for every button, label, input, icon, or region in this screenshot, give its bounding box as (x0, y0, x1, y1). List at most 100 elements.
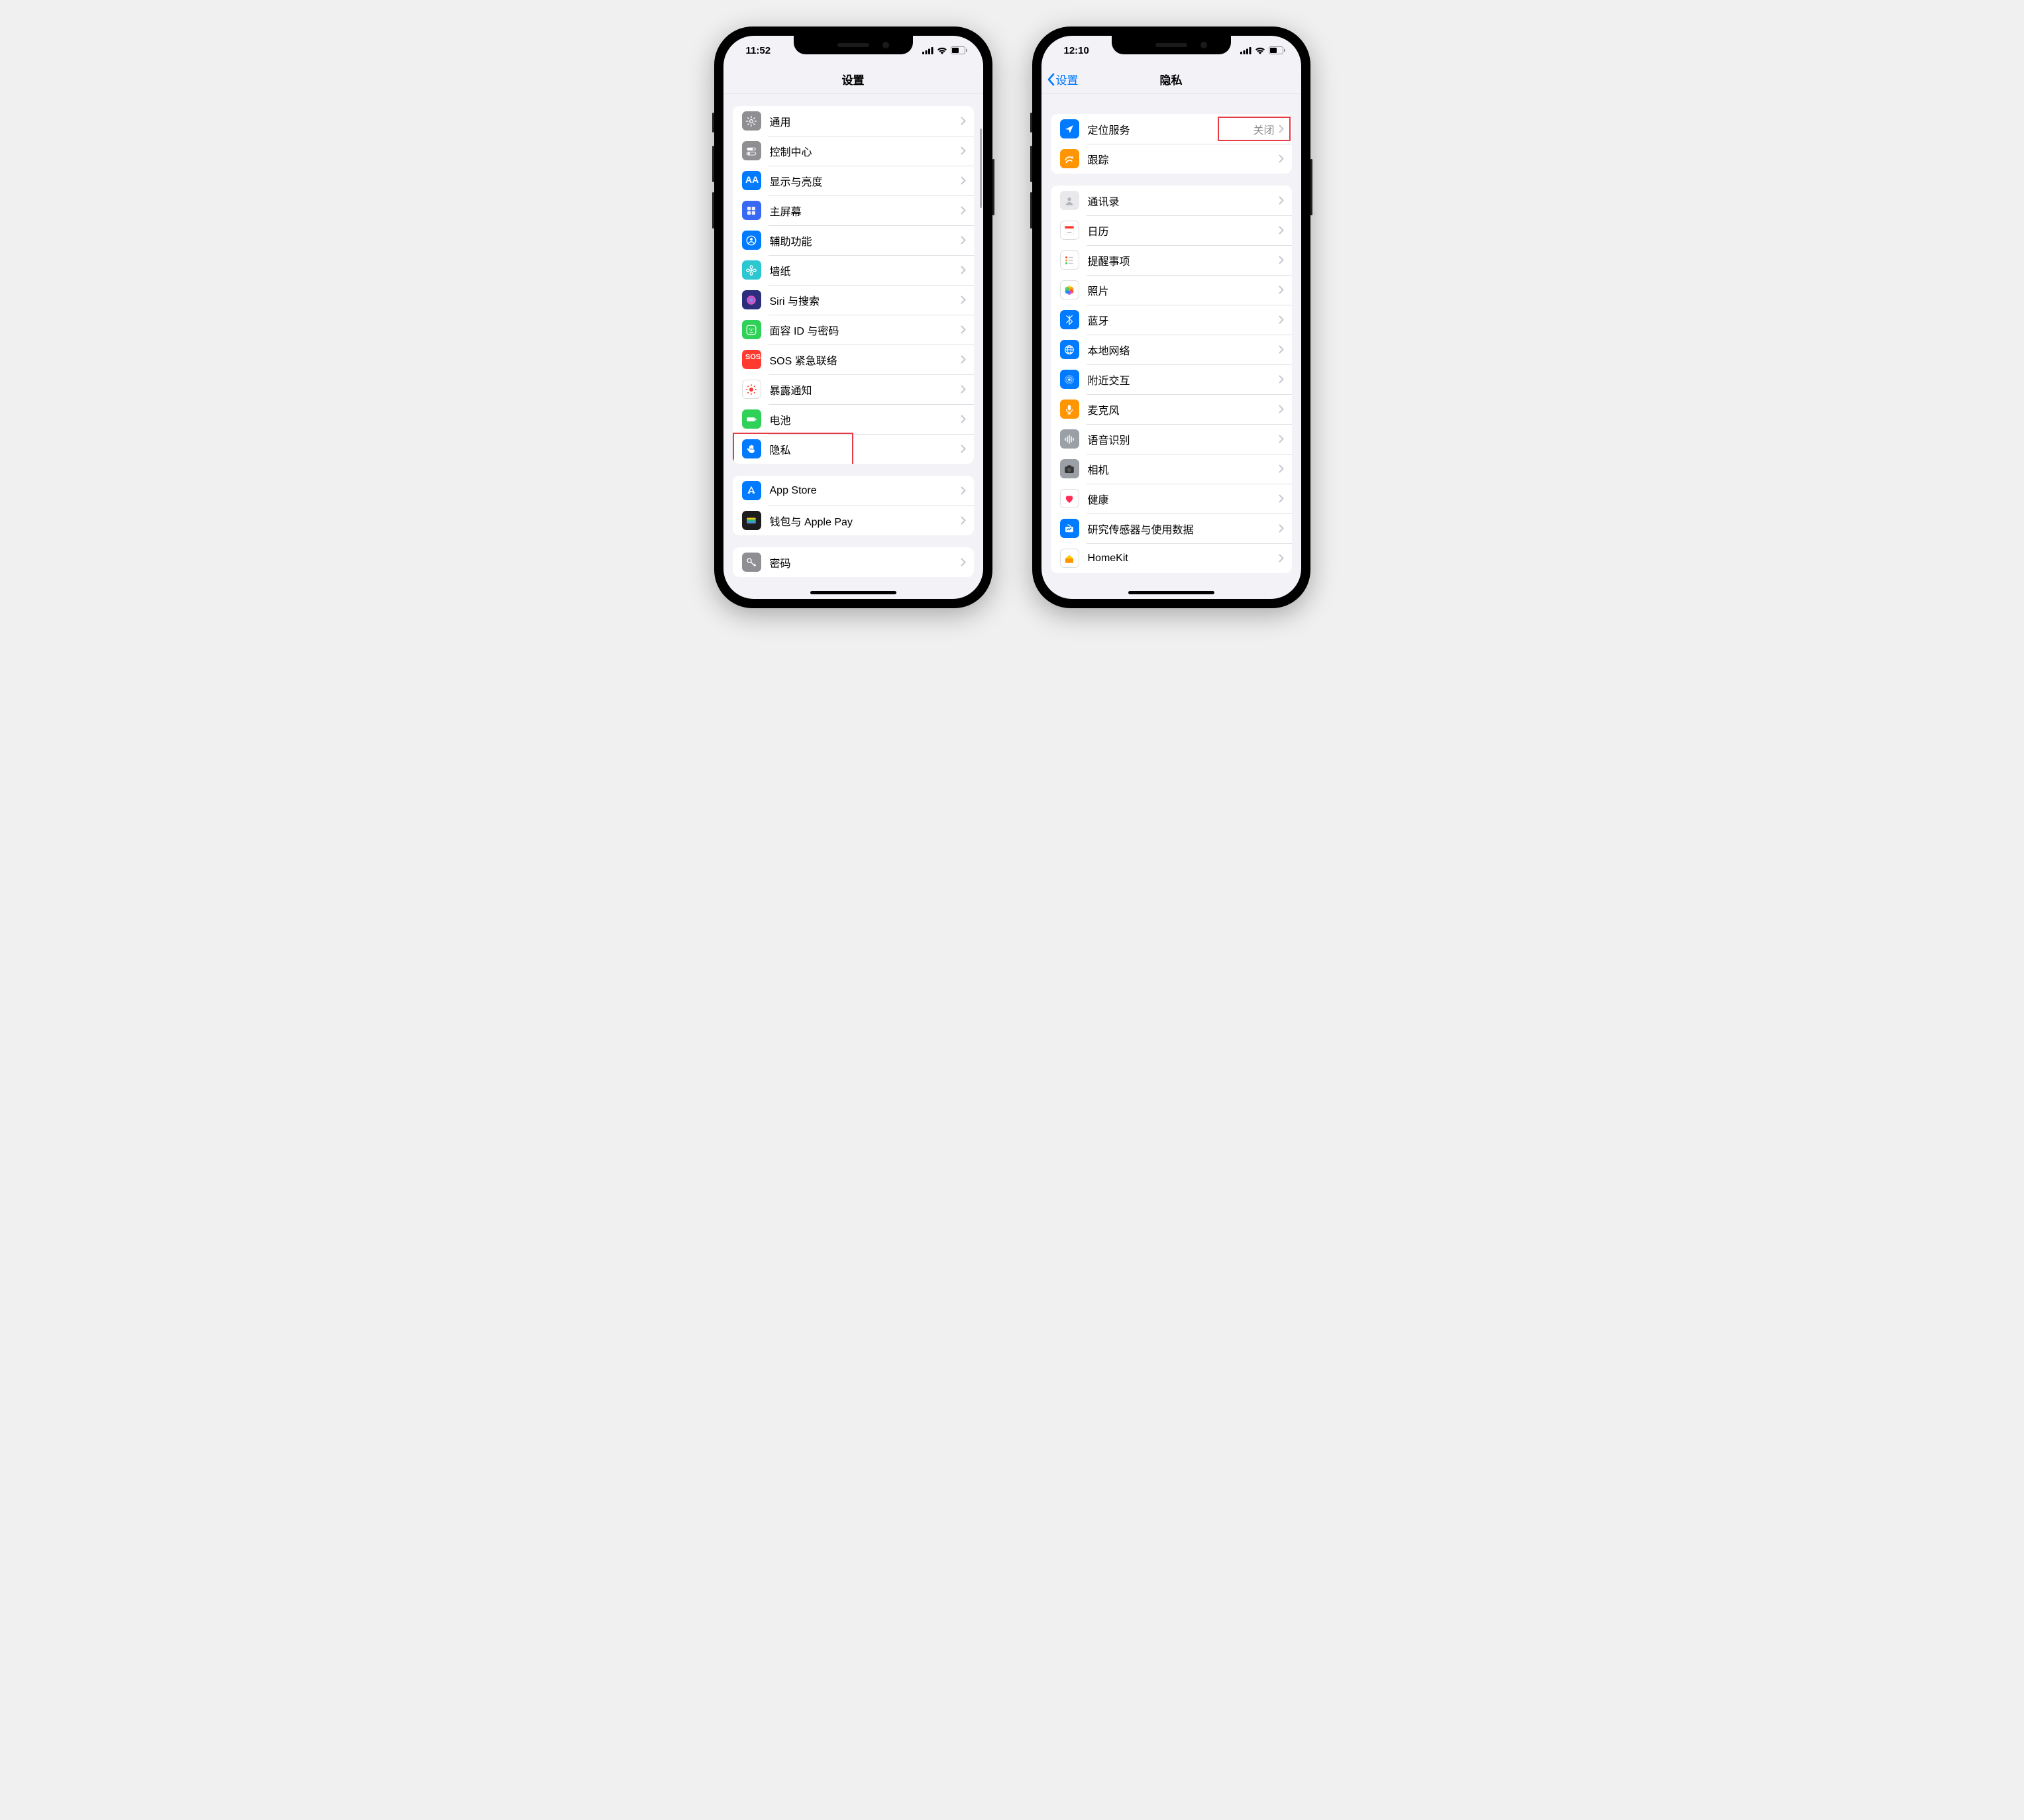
settings-row-photos[interactable]: 照片 (1051, 275, 1292, 305)
settings-row-passwords[interactable]: 密码 (733, 547, 974, 577)
settings-row-homekit[interactable]: HomeKit (1051, 543, 1292, 573)
notch (794, 36, 913, 54)
settings-row-display[interactable]: AA 显示与亮度 (733, 166, 974, 195)
row-label: 辅助功能 (770, 233, 961, 248)
settings-row-contacts[interactable]: 通讯录 (1051, 186, 1292, 215)
privacy-group-2: 通讯录 — 日历提醒事项照片蓝牙本地网络附近交互麦克风语音识别相机健康研究传感器与使… (1051, 186, 1292, 573)
home-indicator[interactable] (1128, 591, 1214, 594)
back-label: 设置 (1056, 71, 1079, 87)
back-button[interactable]: 设置 (1047, 71, 1079, 87)
status-icons (922, 46, 967, 54)
row-label: Siri 与搜索 (770, 292, 961, 308)
settings-row-calendar[interactable]: — 日历 (1051, 215, 1292, 245)
settings-content[interactable]: 通用控制中心AA显示与亮度主屏幕辅助功能墙纸Siri 与搜索面容 ID 与密码S… (723, 94, 983, 599)
settings-row-appstore[interactable]: App Store (733, 476, 974, 506)
scroll-indicator[interactable] (980, 129, 982, 208)
settings-row-localnet[interactable]: 本地网络 (1051, 335, 1292, 364)
chevron-right-icon (1279, 315, 1284, 324)
waveform-icon (1060, 429, 1079, 449)
aa-icon: AA (742, 171, 761, 190)
settings-row-exposure[interactable]: 暴露通知 (733, 374, 974, 404)
settings-row-wallpaper[interactable]: 墙纸 (733, 255, 974, 285)
settings-row-health[interactable]: 健康 (1051, 484, 1292, 513)
settings-row-wallet[interactable]: 钱包与 Apple Pay (733, 506, 974, 535)
settings-row-accessibility[interactable]: 辅助功能 (733, 225, 974, 255)
photos-icon (1060, 280, 1079, 299)
notch (1112, 36, 1231, 54)
nearby-icon (1060, 370, 1079, 389)
chevron-right-icon (961, 236, 966, 244)
settings-row-sos[interactable]: SOSSOS 紧急联络 (733, 345, 974, 374)
side-button-volume-down (712, 192, 714, 229)
health-icon (1060, 489, 1079, 508)
settings-row-camera[interactable]: 相机 (1051, 454, 1292, 484)
chevron-right-icon (961, 206, 966, 215)
side-button-power (992, 159, 994, 215)
navbar: 设置 隐私 (1041, 65, 1301, 94)
row-label: 暴露通知 (770, 382, 961, 398)
chevron-right-icon (961, 295, 966, 304)
settings-row-faceid[interactable]: 面容 ID 与密码 (733, 315, 974, 345)
location-icon (1060, 119, 1079, 138)
status-time: 11:52 (739, 45, 771, 56)
mic-icon (1060, 400, 1079, 419)
faceid-icon (742, 320, 761, 339)
appstore-icon (742, 481, 761, 500)
privacy-content[interactable]: 定位服务关闭跟踪 通讯录 — 日历提醒事项照片蓝牙本地网络附近交互麦克风语音识别相机… (1041, 94, 1301, 599)
key-icon (742, 553, 761, 572)
chevron-right-icon (1279, 196, 1284, 205)
settings-row-nearby[interactable]: 附近交互 (1051, 364, 1292, 394)
settings-row-control-center[interactable]: 控制中心 (733, 136, 974, 166)
row-label: 定位服务 (1088, 121, 1253, 137)
wallet-icon (742, 511, 761, 530)
chevron-right-icon (1279, 554, 1284, 562)
row-label: 蓝牙 (1088, 312, 1279, 328)
chevron-right-icon (961, 385, 966, 394)
gear-icon (742, 111, 761, 131)
svg-text:—: — (1067, 230, 1072, 235)
cellular-icon (1240, 47, 1252, 54)
phone-right: 12:10 设置 隐私 定位服务关闭跟踪 通讯录 — 日历提醒事项照片蓝牙本地网络附… (1032, 27, 1310, 608)
settings-row-research[interactable]: 研究传感器与使用数据 (1051, 513, 1292, 543)
chevron-right-icon (961, 516, 966, 525)
chevron-right-icon (961, 146, 966, 155)
person-icon (742, 231, 761, 250)
screen-left: 11:52 设置 通用控制中心AA显示与亮度主屏幕辅助功能墙纸Siri 与搜索面… (723, 36, 983, 599)
status-time: 12:10 (1057, 45, 1089, 56)
side-button-volume-down (1030, 192, 1032, 229)
settings-row-siri[interactable]: Siri 与搜索 (733, 285, 974, 315)
research-icon (1060, 519, 1079, 538)
row-label: 显示与亮度 (770, 173, 961, 189)
contacts-icon (1060, 191, 1079, 210)
side-button-volume-up (1030, 146, 1032, 182)
settings-row-tracking[interactable]: 跟踪 (1051, 144, 1292, 174)
settings-row-home-screen[interactable]: 主屏幕 (733, 195, 974, 225)
home-indicator[interactable] (810, 591, 896, 594)
row-label: 通讯录 (1088, 193, 1279, 209)
battery-icon (742, 409, 761, 429)
settings-row-general[interactable]: 通用 (733, 106, 974, 136)
settings-row-bluetooth[interactable]: 蓝牙 (1051, 305, 1292, 335)
chevron-left-icon (1047, 73, 1055, 86)
screen-right: 12:10 设置 隐私 定位服务关闭跟踪 通讯录 — 日历提醒事项照片蓝牙本地网络附… (1041, 36, 1301, 599)
chevron-right-icon (961, 176, 966, 185)
chevron-right-icon (961, 355, 966, 364)
settings-row-privacy[interactable]: 隐私 (733, 434, 974, 464)
tracking-icon (1060, 149, 1079, 168)
battery-icon (1269, 46, 1285, 54)
row-label: 本地网络 (1088, 342, 1279, 358)
chevron-right-icon (1279, 524, 1284, 533)
notch-camera (882, 42, 889, 48)
settings-row-microphone[interactable]: 麦克风 (1051, 394, 1292, 424)
row-label: 日历 (1088, 223, 1279, 239)
row-label: 提醒事项 (1088, 252, 1279, 268)
settings-row-reminders[interactable]: 提醒事项 (1051, 245, 1292, 275)
phone-left: 11:52 设置 通用控制中心AA显示与亮度主屏幕辅助功能墙纸Siri 与搜索面… (714, 27, 992, 608)
settings-row-battery[interactable]: 电池 (733, 404, 974, 434)
settings-row-location[interactable]: 定位服务关闭 (1051, 114, 1292, 144)
row-label: 照片 (1088, 282, 1279, 298)
settings-row-speech[interactable]: 语音识别 (1051, 424, 1292, 454)
notch-speaker (837, 43, 869, 47)
row-label: SOS 紧急联络 (770, 352, 961, 368)
chevron-right-icon (961, 325, 966, 334)
